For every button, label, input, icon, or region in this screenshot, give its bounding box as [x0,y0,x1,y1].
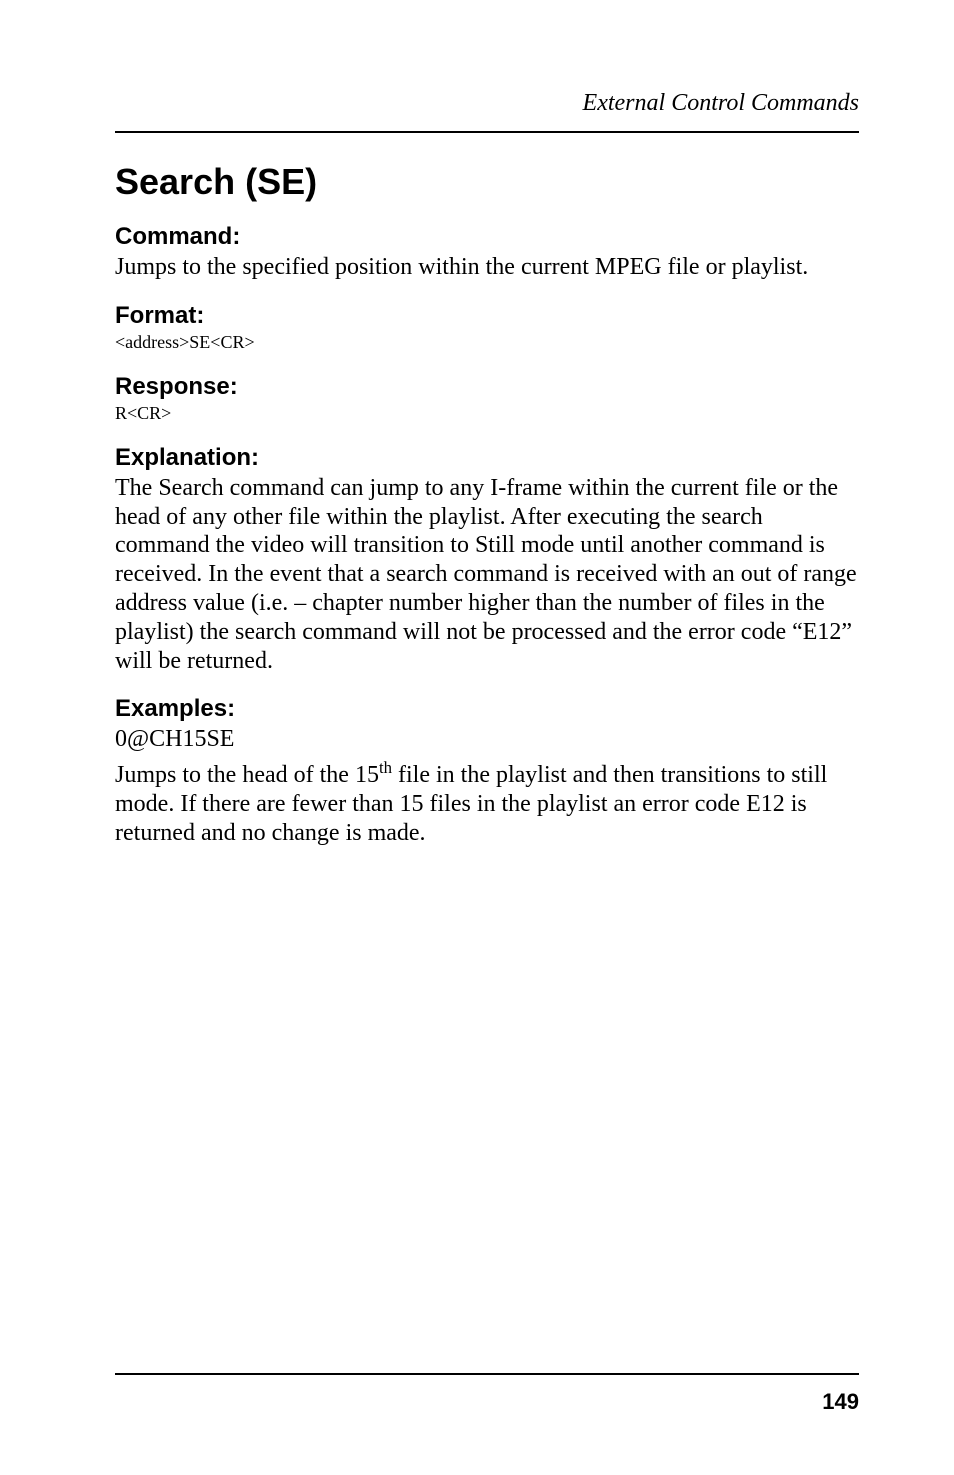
example-body: Jumps to the head of the 15th file in th… [115,758,859,847]
response-code: R<CR> [115,403,859,424]
command-body: Jumps to the specified position within t… [115,253,859,282]
format-heading: Format: [115,302,859,330]
example-body-sup: th [379,758,392,777]
example-body-pre: Jumps to the head of the 15 [115,762,379,788]
page-title: Search (SE) [115,161,859,203]
page: External Control Commands Search (SE) Co… [0,0,954,1475]
format-code: <address>SE<CR> [115,332,859,353]
footer: 149 [115,1373,859,1415]
footer-rule [115,1373,859,1375]
example-command: 0@CH15SE [115,725,859,754]
running-header: External Control Commands [115,90,859,117]
page-number: 149 [115,1389,859,1415]
header-rule [115,131,859,133]
response-heading: Response: [115,373,859,401]
command-heading: Command: [115,223,859,251]
explanation-heading: Explanation: [115,444,859,472]
explanation-body: The Search command can jump to any I-fra… [115,474,859,676]
examples-heading: Examples: [115,695,859,723]
